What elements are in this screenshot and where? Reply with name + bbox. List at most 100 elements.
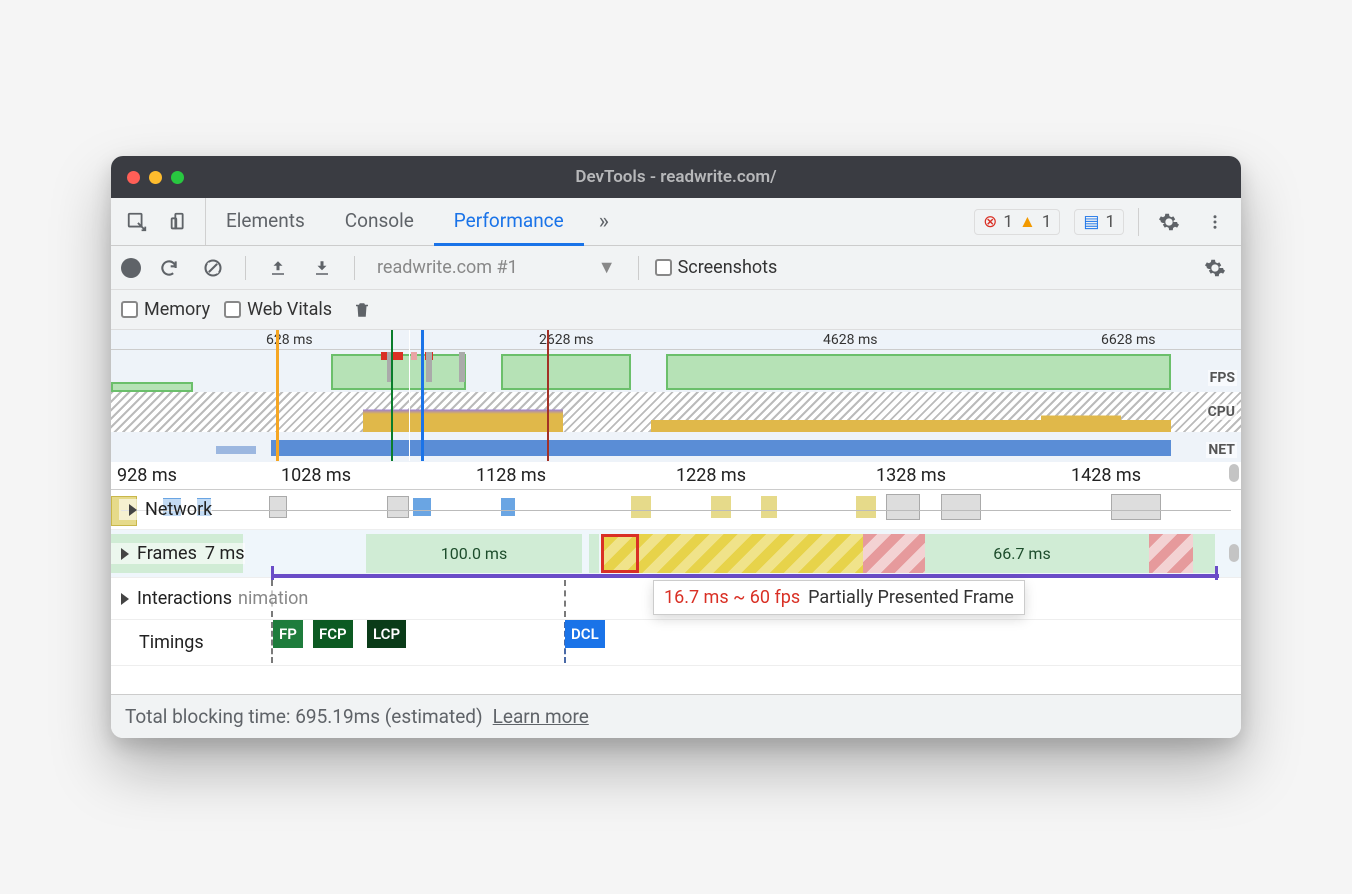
frame-block[interactable]: 100.0 ms [366,534,582,573]
scrollbar[interactable] [1229,464,1239,482]
timing-lcp[interactable]: LCP [367,620,406,648]
cpu-label: CPU [1206,404,1237,420]
frame-block[interactable] [1193,534,1215,573]
warning-count: 1 [1042,212,1052,232]
frame-block[interactable]: 66.7 ms [951,534,1093,573]
timings-track[interactable]: FP FCP LCP DCL Timings [111,620,1241,666]
overview-tick: 628 ms [266,332,313,348]
scrollbar[interactable] [1229,544,1239,562]
marker-red [547,330,549,461]
selection-start-marker[interactable] [276,330,279,461]
track-name: Interactions [137,588,232,609]
message-count: 1 [1105,212,1115,232]
tab-console[interactable]: Console [325,198,434,246]
blocking-time-text: Total blocking time: 695.19ms (estimated… [125,705,483,728]
options-row: Memory Web Vitals [111,290,1241,330]
expand-icon [121,593,129,605]
frame-block[interactable] [863,534,925,573]
record-button[interactable] [121,258,141,278]
panel-tabs: Elements Console Performance » [206,198,624,245]
learn-more-link[interactable]: Learn more [493,705,589,728]
messages-group[interactable]: ▤ 1 [1074,209,1124,235]
timing-dcl[interactable]: DCL [565,620,605,648]
ruler-tick: 1328 ms [876,465,946,486]
maximize-window-button[interactable] [171,171,184,184]
frames-track-header[interactable]: Frames 7 ms [111,543,245,564]
traffic-lights [127,171,184,184]
checkbox-icon [655,259,672,276]
frames-track[interactable]: 100.0 ms 66.7 ms Frames [111,530,1241,578]
checkbox-icon [121,301,138,318]
tooltip-desc: Partially Presented Frame [808,587,1014,608]
overview-pane[interactable]: 628 ms 2628 ms 4628 ms 6628 ms FPS CPU N… [111,330,1241,462]
clear-button[interactable] [197,252,229,284]
fps-label: FPS [1208,370,1237,386]
warning-icon: ▲ [1019,212,1036,232]
recording-selector[interactable]: readwrite.com #1 ▼ [371,257,622,278]
separator [354,256,355,280]
frame-duration: 100.0 ms [441,544,507,563]
divider [1138,208,1139,236]
frame-block[interactable] [925,534,951,573]
timing-fp[interactable]: FP [273,620,303,648]
webvitals-checkbox[interactable]: Web Vitals [224,299,332,320]
download-profile-icon[interactable] [306,252,338,284]
screenshots-checkbox[interactable]: Screenshots [655,257,778,278]
overview-ruler: 628 ms 2628 ms 4628 ms 6628 ms [111,330,1241,350]
interactions-track[interactable]: Interactions nimation 16.7 ms ~ 60 fps P… [111,578,1241,620]
overview-tick: 4628 ms [823,332,877,348]
network-track[interactable]: Network [111,490,1241,530]
frame-block[interactable] [1149,534,1193,573]
devtools-window: DevTools - readwrite.com/ Elements Conso… [111,156,1241,738]
track-name: Frames [137,543,197,564]
memory-checkbox[interactable]: Memory [121,299,210,320]
error-warning-group[interactable]: ⊗ 1 ▲ 1 [974,209,1060,235]
minimize-window-button[interactable] [149,171,162,184]
timing-fcp[interactable]: FCP [313,620,353,648]
webvitals-label: Web Vitals [247,299,332,320]
frame-block[interactable] [589,534,599,573]
separator [638,256,639,280]
more-tabs-button[interactable]: » [584,198,624,245]
garbage-collect-icon[interactable] [346,294,378,326]
ruler-tick: 1028 ms [281,465,351,486]
flamechart-pane[interactable]: 928 ms 1028 ms 1128 ms 1228 ms 1328 ms 1… [111,462,1241,694]
memory-label: Memory [144,299,210,320]
track-name: Timings [139,632,204,653]
ruler-tick: 1228 ms [676,465,746,486]
first-frame-label: 7 ms [205,543,245,564]
message-icon: ▤ [1083,212,1099,232]
recording-label: readwrite.com #1 [377,257,518,278]
settings-icon[interactable] [1153,206,1185,238]
separator [245,256,246,280]
interactions-track-header[interactable]: Interactions nimation [111,588,308,609]
network-track-header[interactable]: Network [119,499,212,520]
overview-tick: 6628 ms [1101,332,1155,348]
main-tabbar: Elements Console Performance » ⊗ 1 ▲ 1 ▤… [111,198,1241,246]
ruler-tick: 1428 ms [1071,465,1141,486]
tab-elements[interactable]: Elements [206,198,325,246]
checkbox-icon [224,301,241,318]
capture-settings-icon[interactable] [1199,252,1231,284]
frame-block[interactable] [639,534,863,573]
frame-block[interactable] [1093,534,1123,573]
timings-track-header[interactable]: Timings [111,632,204,653]
marker-blue [421,330,424,461]
error-count: 1 [1003,212,1013,232]
reload-button[interactable] [153,252,185,284]
expand-icon [121,548,129,560]
summary-footer: Total blocking time: 695.19ms (estimated… [111,694,1241,738]
kebab-menu-icon[interactable] [1199,206,1231,238]
selected-frame[interactable] [601,534,639,573]
close-window-button[interactable] [127,171,140,184]
net-label: NET [1206,442,1237,458]
upload-profile-icon[interactable] [262,252,294,284]
device-toggle-icon[interactable] [163,206,195,238]
frame-block[interactable] [1123,534,1149,573]
track-name: Network [145,499,212,520]
window-title: DevTools - readwrite.com/ [111,167,1241,187]
tab-performance[interactable]: Performance [434,198,584,246]
timeline-ruler: 928 ms 1028 ms 1128 ms 1228 ms 1328 ms 1… [111,462,1241,490]
inspect-element-icon[interactable] [121,206,153,238]
screenshots-label: Screenshots [678,257,778,278]
